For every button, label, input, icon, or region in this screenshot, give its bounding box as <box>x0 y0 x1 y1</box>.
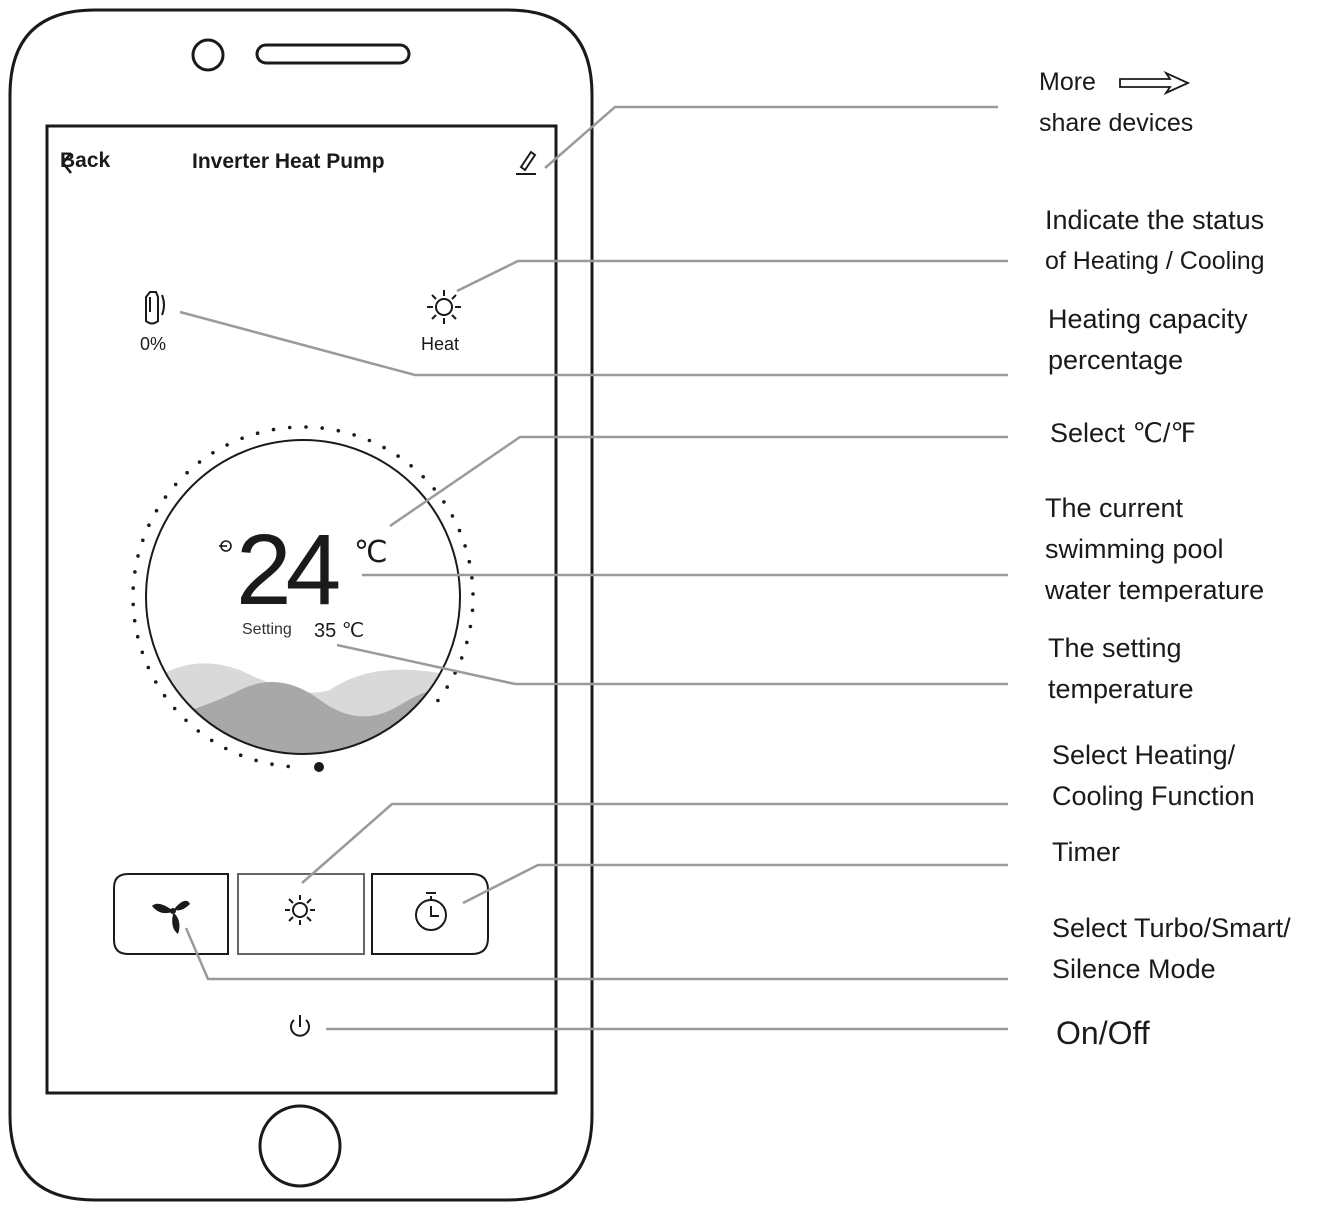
dial-dot <box>432 487 437 491</box>
page-title: Inverter Heat Pump <box>192 150 385 173</box>
dial-dot <box>154 680 158 684</box>
dial-dot <box>465 640 469 645</box>
dial-dot <box>471 592 475 596</box>
mode-label: Heat <box>421 334 460 354</box>
dial-dot <box>442 500 446 504</box>
dial-dot <box>467 559 472 564</box>
dial-dot <box>141 538 145 543</box>
current-temperature: 24 <box>236 514 341 626</box>
dial-dot <box>240 436 244 441</box>
dial-dot <box>450 514 455 518</box>
dial-dot <box>287 425 292 430</box>
annotation-function: Select Heating/ Cooling Function <box>1052 740 1255 811</box>
back-label: Back <box>60 149 111 172</box>
capacity-value: 0% <box>140 334 167 354</box>
dial-dot <box>173 482 178 487</box>
dial-dot <box>255 431 260 436</box>
dial-dot <box>132 618 137 623</box>
dial-dot <box>238 753 243 757</box>
annotation-onoff: On/Off <box>1056 1015 1150 1051</box>
speaker-slot <box>255 43 411 65</box>
sun-icon-status <box>427 290 461 324</box>
dial-dot <box>131 602 135 607</box>
dial-dot <box>131 586 135 590</box>
setting-label: Setting <box>242 621 292 638</box>
dial-dot <box>304 425 308 429</box>
annotation-current: The current swimming pool water temperat… <box>1045 493 1265 602</box>
dial-dot <box>352 433 356 437</box>
dial-dot <box>457 528 462 533</box>
dial-dot <box>225 443 229 447</box>
leader-timer <box>462 863 1008 905</box>
dial-dot <box>468 624 473 629</box>
dial-dot <box>135 634 140 639</box>
dial-dot <box>197 460 202 464</box>
dial-dot <box>382 445 386 450</box>
leader-unit <box>389 435 1008 528</box>
leader-status <box>456 259 1008 293</box>
dial-dot <box>133 570 137 574</box>
dial-dot <box>470 576 474 580</box>
dial-dot <box>136 554 140 558</box>
dial-dot <box>270 762 274 766</box>
dial-dot <box>409 464 413 468</box>
dial-dot <box>209 738 214 743</box>
annotation-turbo: Select Turbo/Smart/ Silence Mode <box>1052 913 1291 984</box>
back-button[interactable]: Back <box>60 149 110 173</box>
leader-more <box>544 105 998 169</box>
annotation-more: More share devices <box>1039 68 1194 137</box>
dial-dot <box>271 427 276 432</box>
annotation-unit: Select ℃/℉ <box>1050 418 1197 448</box>
annotation-setting: The setting temperature <box>1048 633 1194 704</box>
dial-dot <box>211 451 215 455</box>
dial-waves <box>146 663 460 754</box>
dial-indicator-dot <box>314 762 324 772</box>
annotation-status: Indicate the status of Heating / Cooling <box>1045 205 1265 275</box>
dial-dot <box>172 706 177 711</box>
dial-dot <box>196 729 201 733</box>
dial-dot <box>459 656 464 660</box>
heat-cool-button[interactable] <box>238 874 364 954</box>
leader-capacity <box>179 310 1008 377</box>
dial-dot <box>147 523 151 527</box>
dial-dot <box>320 426 325 430</box>
dial-dot <box>336 428 341 433</box>
annotation-capacity: Heating capacity percentage <box>1048 304 1248 375</box>
dial-dot <box>224 746 228 751</box>
dial-dot <box>286 764 291 769</box>
fan-mode-button[interactable] <box>114 874 228 954</box>
timer-button[interactable] <box>372 874 488 954</box>
dial-dot <box>162 693 167 698</box>
dial-dot <box>421 475 426 479</box>
leader-function <box>301 802 1008 884</box>
setting-temperature[interactable]: 35 ℃ <box>314 618 364 643</box>
dial-dot <box>163 495 168 499</box>
dial-dot <box>254 758 258 763</box>
dial-dot <box>367 438 372 443</box>
input-icon <box>219 540 232 552</box>
dial-dot <box>445 685 450 689</box>
dial-dot <box>146 665 151 670</box>
temperature-unit-toggle[interactable]: ℃ <box>354 535 388 570</box>
dial-dot <box>436 698 440 703</box>
capacity-icon <box>145 291 165 325</box>
dial-dot <box>463 544 467 548</box>
front-camera <box>191 38 225 72</box>
edit-button[interactable] <box>510 146 542 178</box>
dial-dot <box>185 470 189 475</box>
annotation-timer: Timer <box>1052 837 1120 867</box>
home-button <box>258 1104 342 1188</box>
dial-dot <box>140 650 145 655</box>
dial-dot <box>470 608 475 613</box>
dial-dot <box>154 508 159 513</box>
dial-dot <box>396 454 400 458</box>
power-button[interactable] <box>284 1010 316 1042</box>
dial-dot <box>184 718 188 723</box>
